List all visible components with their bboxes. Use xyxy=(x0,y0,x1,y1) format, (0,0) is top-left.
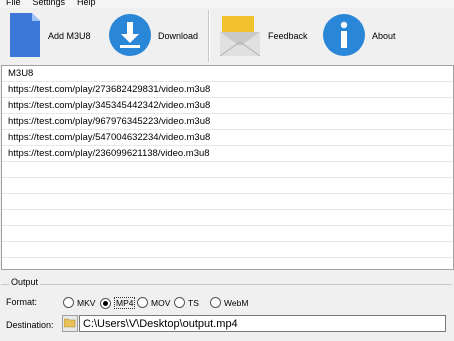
destination-label: Destination: xyxy=(6,320,54,330)
add-m3u8-label: Add M3U8 xyxy=(48,31,91,41)
list-item[interactable]: https://test.com/play/547004632234/video… xyxy=(2,130,453,146)
folder-icon xyxy=(63,318,76,330)
destination-field[interactable]: C:\Users\V\Desktop\output.mp4 xyxy=(79,315,446,332)
menu-settings[interactable]: Settings xyxy=(27,0,72,8)
radio-circle xyxy=(174,297,185,308)
format-ts-label: TS xyxy=(188,297,199,308)
document-icon xyxy=(8,11,42,61)
format-radio-ts[interactable]: TS xyxy=(174,297,199,308)
m3u8-list[interactable]: M3U8 https://test.com/play/273682429831/… xyxy=(1,65,454,270)
list-item[interactable]: https://test.com/play/345345442342/video… xyxy=(2,98,453,114)
menu-file[interactable]: File xyxy=(0,0,27,8)
add-m3u8-button[interactable]: Add M3U8 xyxy=(8,8,91,64)
output-title: Output xyxy=(9,277,41,287)
radio-circle xyxy=(137,297,148,308)
list-item[interactable]: https://test.com/play/273682429831/video… xyxy=(2,82,453,98)
feedback-button[interactable]: Feedback xyxy=(218,8,308,64)
feedback-label: Feedback xyxy=(268,31,308,41)
format-webm-label: WebM xyxy=(224,297,249,308)
about-label: About xyxy=(372,31,396,41)
toolbar: Add M3U8 Download Feedback About xyxy=(0,8,454,64)
format-mov-label: MOV xyxy=(151,297,171,308)
format-radio-webm[interactable]: WebM xyxy=(210,297,248,308)
about-button[interactable]: About xyxy=(322,8,396,64)
download-button[interactable]: Download xyxy=(108,8,198,64)
list-item[interactable]: https://test.com/play/967976345223/video… xyxy=(2,114,453,130)
menu-bar: File Settings Help xyxy=(0,0,454,8)
download-label: Download xyxy=(158,31,199,41)
info-icon xyxy=(322,13,366,59)
download-icon xyxy=(108,13,152,59)
format-mp4-label: MP4 xyxy=(114,297,136,309)
toolbar-separator xyxy=(208,10,210,62)
format-mkv-label: MKV xyxy=(77,297,96,308)
format-radio-mp4[interactable]: MP4 xyxy=(100,297,136,309)
format-label: Format: xyxy=(6,297,38,307)
radio-circle xyxy=(63,297,74,308)
browse-folder-button[interactable] xyxy=(62,315,78,332)
format-radio-mkv[interactable]: MKV xyxy=(63,297,95,308)
envelope-icon xyxy=(218,12,262,60)
list-header: M3U8 xyxy=(8,68,34,79)
radio-circle-selected xyxy=(100,297,111,309)
format-radio-mov[interactable]: MOV xyxy=(137,297,170,308)
radio-circle xyxy=(210,297,221,308)
list-item[interactable]: https://test.com/play/236099621138/video… xyxy=(2,146,453,162)
menu-help[interactable]: Help xyxy=(71,0,102,8)
